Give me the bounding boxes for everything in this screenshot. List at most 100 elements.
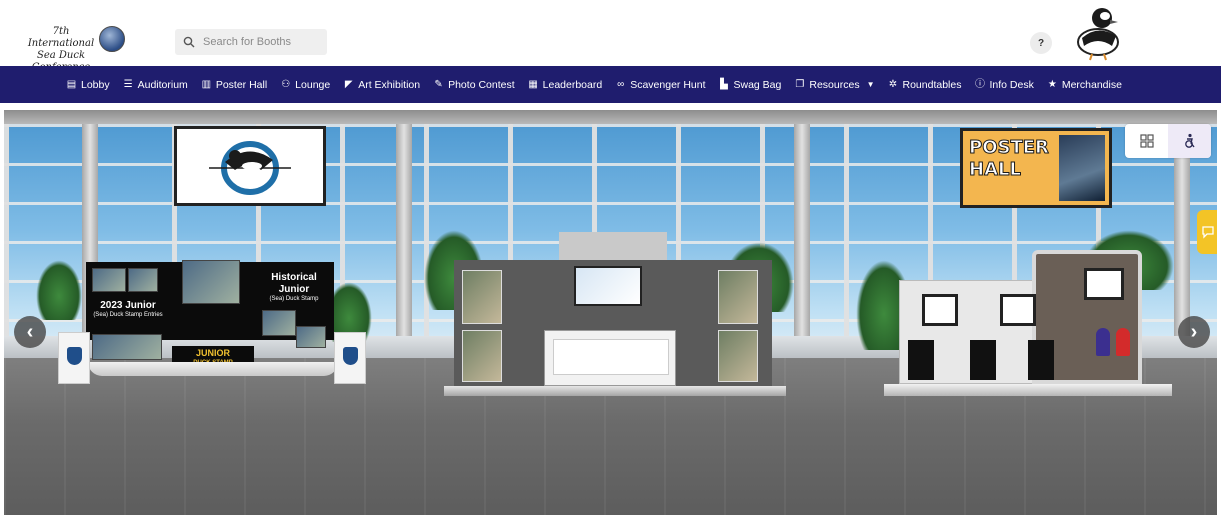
search-icon [183,36,195,48]
nav-item-art-exhibition[interactable]: ◤ Art Exhibition [343,79,420,91]
stamp-photo [262,310,296,336]
chevron-down-icon: ▼ [866,80,875,89]
asterisk-icon: ✲ [888,79,898,90]
desk-display [553,339,669,375]
accessibility-view-button[interactable] [1168,124,1211,158]
brush-icon: ✎ [434,79,443,90]
poster-hall-sign-text: POSTER HALL [969,137,1050,181]
nav-label: Art Exhibition [358,78,421,91]
banner-title: JUNIOR [195,348,230,358]
search-input[interactable] [203,36,313,48]
junior-duck-stamp-booth[interactable]: 2023 Junior (Sea) Duck Stamp Entries His… [52,260,366,390]
nav-item-roundtables[interactable]: ✲ Roundtables [888,79,962,91]
nav-item-info-desk[interactable]: ⓘ Info Desk [974,78,1034,91]
view-mode-toggle [1125,124,1211,158]
accessibility-icon [1184,133,1195,148]
chat-icon: ⚇ [281,79,291,90]
poster-hall-sign[interactable]: POSTER HALL [960,128,1112,208]
chevron-right-icon: › [1190,320,1198,343]
bag-icon: ▙ [720,79,728,90]
poster-image [1059,135,1105,201]
booth-base [884,384,1172,396]
nav-label: Poster Hall [215,78,268,91]
nav-item-lounge[interactable]: ⚇ Lounge [280,79,330,91]
art-panel [462,330,502,382]
booth-screen[interactable] [1000,294,1036,326]
nav-item-photo-contest[interactable]: ✎ Photo Contest [433,78,515,91]
nav-label: Auditorium [137,78,188,91]
booth-entries-title: 2023 Junior (Sea) Duck Stamp Entries [92,300,164,319]
nav-label: Merchandise [1061,78,1122,91]
nav-item-lobby[interactable]: ▤ Lobby [66,79,110,91]
grid-view-button[interactable] [1125,124,1168,158]
nav-label: Scavenger Hunt [630,78,706,91]
booth-screen[interactable] [574,266,642,306]
chat-bubble-icon [1202,226,1214,239]
booth-entries-subtitle: (Sea) Duck Stamp Entries [93,312,163,318]
booth-panel [970,340,996,380]
duck-logo-icon [209,141,291,195]
nav-item-poster-hall[interactable]: ▥ Poster Hall [201,78,268,91]
help-label: ? [1037,37,1045,49]
nav-label: Lounge [295,78,331,91]
bars-icon: ▦ [528,79,538,90]
nav-label: Photo Contest [448,78,515,91]
stamp-photo [92,334,162,360]
nav-item-merchandise[interactable]: ★ Merchandise [1047,79,1122,91]
nav-item-resources[interactable]: ❐ Resources ▼ [794,79,874,91]
nav-label: Lobby [81,78,110,91]
booth-attendant [1096,328,1110,356]
building-icon: ▤ [66,79,77,90]
globe-icon [99,26,125,52]
pillar [794,124,810,369]
stamp-photo [92,268,126,292]
booth-screen[interactable] [922,294,958,326]
duck-mascot-icon [1077,8,1119,61]
grid-icon [1139,134,1154,148]
scroll-left-button[interactable]: ‹ [14,316,46,348]
conference-logo[interactable]: 7th International Sea Duck Conference [22,24,132,73]
nav-label: Roundtables [902,78,962,91]
nav-label: Resources [809,78,860,91]
nav-item-auditorium[interactable]: ☰ Auditorium [123,79,188,91]
lobby-scene: POSTER HALL 2023 Junior (Sea) Duck Stamp… [4,110,1217,515]
booth-panel [1028,340,1054,380]
art-panel [718,330,758,382]
booth-stand [88,362,338,376]
nav-item-swag-bag[interactable]: ▙ Swag Bag [719,78,782,91]
pillar [396,124,412,369]
nav-label: Info Desk [989,78,1034,91]
palette-icon: ◤ [344,79,353,90]
art-panel [718,270,758,324]
booth-entries-title-text: 2023 Junior [100,300,156,311]
booth-historical-title-text: Historical Junior [271,272,317,295]
booth-historical-title: Historical Junior (Sea) Duck Stamp [256,272,332,303]
booth-search[interactable] [175,29,327,55]
stamp-photo [296,326,326,348]
featured-stamp-photo [182,260,240,304]
list-icon: ☰ [123,79,133,90]
booth-attendant [1116,328,1130,356]
info-icon: ⓘ [974,79,985,90]
nav-label: Leaderboard [542,78,603,91]
booth-screen[interactable] [1084,268,1124,300]
nav-item-leaderboard[interactable]: ▦ Leaderboard [528,78,603,91]
fws-kiosk [58,332,90,384]
star-icon: ★ [1047,79,1057,90]
main-nav: ▤ Lobby ☰ Auditorium ▥ Poster Hall ⚇ Lounge … [0,66,1221,103]
fws-kiosk [334,332,366,384]
art-panel [462,270,502,324]
help-button[interactable]: ? [1030,32,1052,54]
scroll-right-button[interactable]: › [1178,316,1210,348]
booth-historical-subtitle: (Sea) Duck Stamp [269,296,319,302]
poster-icon: ▥ [201,79,212,90]
logo-line-1: 7th International [27,26,95,49]
stamp-photo [128,268,158,292]
nav-item-scavenger-hunt[interactable]: ∞ Scavenger Hunt [615,79,705,91]
booth-panel [908,340,934,380]
chat-tab-button[interactable] [1197,210,1217,254]
top-header: 7th International Sea Duck Conference ? [0,0,1221,73]
chevron-left-icon: ‹ [26,320,34,343]
conference-logo-sign[interactable] [174,126,326,206]
nav-label: Swag Bag [733,78,782,91]
